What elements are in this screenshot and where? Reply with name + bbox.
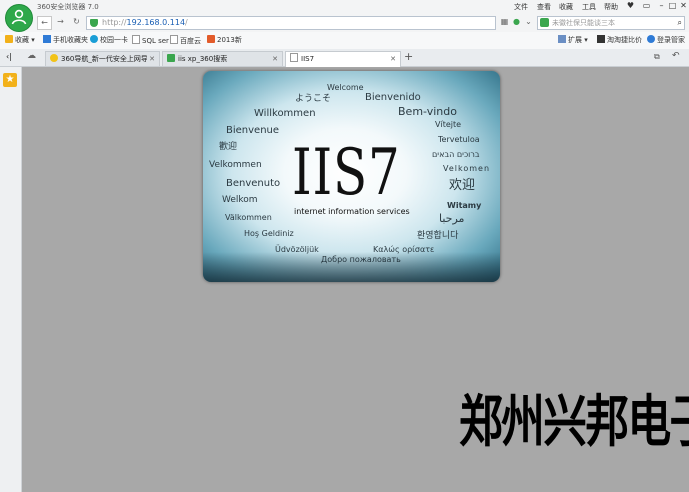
tab-search[interactable]: iis xp_360搜索 ✕ (162, 51, 283, 66)
search-box[interactable]: 未徽社保只能谈三本 ⌕ (537, 16, 685, 30)
search-result-icon (167, 54, 175, 62)
star-icon (5, 35, 13, 43)
undo-close-icon[interactable]: ↶ (672, 51, 680, 61)
welcome-word: Tervetuloa (438, 135, 480, 144)
bookmark-mobile[interactable]: 手机收藏夹 (43, 35, 88, 45)
extension-icon (558, 35, 566, 43)
cloud-icon[interactable]: ☁ (27, 51, 36, 61)
welcome-word: 欢迎 (449, 178, 476, 193)
forward-icon[interactable]: → (54, 16, 67, 28)
page-icon (170, 35, 178, 44)
sidebar: ★ (0, 67, 22, 492)
search-engine-icon[interactable] (540, 18, 549, 27)
title-bar: 360安全浏览器 7.0 文件 查看 收藏 工具 帮助 ♥ ▭ – □ ✕ (0, 0, 689, 14)
key-icon (647, 35, 655, 43)
tab-bar: ‹| ☁ 360导航_新一代安全上网导航 ✕ iis xp_360搜索 ✕ II… (0, 49, 689, 67)
tab-close-icon[interactable]: ✕ (147, 52, 155, 66)
welcome-word: ようこそ (295, 94, 332, 104)
menu-tools[interactable]: 工具 (582, 2, 596, 12)
user-icon (11, 9, 27, 25)
welcome-word: Bem-vindo (398, 105, 457, 118)
extensions-button[interactable]: 扩展 ▾ (558, 35, 588, 45)
welcome-word: ברוכים הבאים (432, 150, 480, 159)
tag-icon (597, 35, 605, 43)
bookmark-baidu-cloud[interactable]: 百度云 (170, 35, 201, 46)
menu-view[interactable]: 查看 (537, 2, 551, 12)
tab-close-icon[interactable]: ✕ (390, 52, 396, 66)
refresh-icon[interactable]: ↻ (70, 16, 83, 28)
welcome-word: Welkom (222, 195, 258, 205)
welcome-word: Welcome (327, 83, 364, 92)
link-icon (90, 35, 98, 43)
back-button[interactable]: ← (37, 16, 52, 30)
welcome-word: Καλώς ορίσατε (373, 245, 435, 254)
page-icon (290, 53, 298, 62)
user-avatar[interactable] (5, 4, 33, 32)
welcome-word: Bienvenido (365, 92, 421, 103)
bookmarks-bar: 收藏 ▾ 手机收藏夹 校园一卡 SQL ser 百度云 2013新 扩展 ▾ 淘… (0, 32, 689, 50)
search-icon[interactable]: ⌕ (678, 17, 682, 29)
iis7-logo: IIS7 (292, 136, 401, 210)
rss-icon (207, 35, 215, 43)
menu-file[interactable]: 文件 (514, 2, 528, 12)
tab-list-icon[interactable]: ⧉ (654, 52, 660, 62)
tab-scroll-left-icon[interactable]: ‹| (6, 52, 12, 61)
iis7-subtitle: internet information services (294, 207, 410, 216)
security-shield-icon (90, 19, 98, 27)
welcome-word: Bienvenue (226, 125, 280, 136)
welcome-word: Velkomen (443, 164, 491, 173)
welcome-word: Hoş Geldiniz (244, 229, 294, 238)
login-manager-button[interactable]: 登录管家 (647, 35, 685, 45)
favorites-star-icon[interactable]: ★ (3, 73, 17, 87)
360-icon (50, 54, 58, 62)
welcome-word: 환영합니다 (417, 231, 459, 241)
dropdown-icon[interactable]: ⌄ (522, 16, 535, 28)
welcome-word: Willkommen (254, 108, 316, 119)
bookmark-sql[interactable]: SQL ser (132, 35, 169, 46)
search-input[interactable]: 未徽社保只能谈三本 (552, 17, 615, 29)
welcome-word: Vítejte (435, 120, 462, 129)
address-bar[interactable]: http://192.168.0.114/ (86, 16, 496, 30)
watermark-text: 郑州兴邦电子 (459, 390, 689, 455)
iis7-welcome-image: Welcome ようこそ Bienvenido Willkommen Bem-v… (203, 71, 500, 282)
address-url[interactable]: http://192.168.0.114/ (102, 17, 188, 29)
welcome-word: مرحبا (439, 212, 465, 225)
tab-iis7[interactable]: IIS7 ✕ (285, 51, 401, 67)
folder-icon (43, 35, 51, 43)
app-title: 360安全浏览器 7.0 (37, 3, 99, 11)
tab-360-nav[interactable]: 360导航_新一代安全上网导航 ✕ (45, 51, 160, 66)
welcome-word: Üdvözöljük (275, 245, 319, 254)
minimize-icon[interactable]: – (656, 1, 667, 11)
menu-help[interactable]: 帮助 (604, 2, 618, 12)
welcome-word: Benvenuto (226, 178, 281, 189)
welcome-word: Velkommen (209, 160, 262, 170)
skin-icon[interactable]: ♥ (625, 1, 636, 11)
new-tab-button[interactable]: + (404, 50, 413, 63)
welcome-word: 歡迎 (219, 142, 238, 152)
welcome-word: Witamy (447, 201, 482, 210)
menu-favorites[interactable]: 收藏 (559, 2, 573, 12)
price-compare-button[interactable]: 淘淘捷比价 (597, 35, 642, 45)
welcome-word: Välkommen (225, 213, 272, 222)
tab-close-icon[interactable]: ✕ (272, 52, 278, 66)
restore-mini-icon[interactable]: ▭ (641, 1, 652, 11)
bookmark-favorites[interactable]: 收藏 ▾ (5, 35, 35, 45)
welcome-word: Добро пожаловать (321, 255, 401, 264)
maximize-icon[interactable]: □ (667, 1, 678, 11)
close-icon[interactable]: ✕ (678, 1, 689, 11)
page-icon (132, 35, 140, 44)
bookmark-campus-card[interactable]: 校园一卡 (90, 35, 128, 45)
navigation-bar: ← → ↻ ⌂ http://192.168.0.114/ ▦ ● ⌄ 未徽社保… (0, 14, 689, 32)
bookmark-2013[interactable]: 2013新 (207, 35, 242, 45)
